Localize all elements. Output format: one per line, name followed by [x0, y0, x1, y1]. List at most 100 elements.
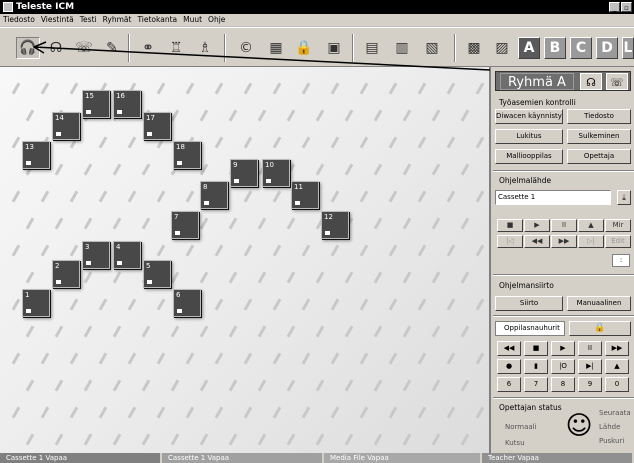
student-recorders-tab[interactable]: Oppilasnauhurit [495, 321, 565, 336]
group-b-button[interactable]: B [544, 37, 566, 59]
floor-pattern [402, 109, 412, 122]
floor-pattern [54, 217, 64, 230]
lock-button[interactable]: Lukitus [495, 129, 563, 144]
rec-eject-button[interactable]: ▲ [605, 359, 629, 374]
station-17[interactable]: 17 [143, 112, 171, 140]
diwace-start-button[interactable]: Diwacen käynnistys [495, 109, 563, 124]
station-15[interactable]: 15 [82, 90, 110, 118]
menu-tiedosto[interactable]: Tiedosto [3, 14, 35, 26]
group-l-button[interactable]: L [622, 37, 634, 59]
tape-icon[interactable]: ▣ [322, 37, 346, 59]
teacher-button[interactable]: Opettaja [567, 149, 631, 164]
status-source[interactable]: Lähde [599, 423, 620, 431]
tape-all-icon[interactable]: ▧ [420, 37, 444, 59]
rec-key-6[interactable]: 6 [497, 377, 521, 392]
rec-pause-button[interactable]: II [578, 341, 602, 356]
transfer-button[interactable]: Siirto [495, 296, 563, 311]
rec-document-button[interactable]: ▮ [524, 359, 548, 374]
manual-button[interactable]: Manuaalinen [567, 296, 631, 311]
rec-key-9[interactable]: 9 [578, 377, 602, 392]
restore-button[interactable]: ▫ [621, 2, 632, 12]
minimize-button[interactable]: _ [609, 2, 620, 12]
station-14[interactable]: 14 [52, 112, 80, 140]
station-18[interactable]: 18 [173, 141, 201, 169]
bottle-icon[interactable]: ♖ [164, 37, 188, 59]
lock-icon[interactable]: 🔒 [292, 37, 316, 59]
floor-pattern [344, 109, 354, 122]
group-c-button[interactable]: C [570, 37, 592, 59]
talk-icon[interactable]: ☏ [72, 37, 96, 59]
source-forward-button[interactable]: ▶▶ [551, 235, 577, 248]
rec-stop-button[interactable]: ■ [524, 341, 548, 356]
pair-icon[interactable]: ⚭ [136, 37, 160, 59]
station-12[interactable]: 12 [321, 211, 349, 239]
rec-rewind-button[interactable]: ◀◀ [497, 341, 521, 356]
rec-next-button[interactable]: ▶| [578, 359, 602, 374]
station-7[interactable]: 7 [171, 211, 199, 239]
grid-view-icon[interactable]: ▩ [462, 37, 486, 59]
file-button[interactable]: Tiedosto [567, 109, 631, 124]
recorder-lock-icon[interactable]: 🔒 [569, 321, 631, 336]
group-a-button[interactable]: A [518, 37, 540, 59]
station-6[interactable]: 6 [173, 289, 201, 317]
station-2[interactable]: 2 [52, 260, 80, 288]
station-3[interactable]: 3 [82, 241, 110, 269]
station-1[interactable]: 1 [22, 289, 50, 317]
station-8[interactable]: 8 [200, 181, 228, 209]
floor-pattern [359, 136, 369, 149]
download-icon[interactable]: ⤓ [617, 190, 631, 205]
status-buffer[interactable]: Puskuri [599, 437, 624, 445]
group-d-button[interactable]: D [596, 37, 618, 59]
menu-muut[interactable]: Muut [183, 14, 202, 26]
rec-key-7[interactable]: 7 [524, 377, 548, 392]
source-next-button[interactable]: ▷| [578, 235, 604, 248]
rec-play-button[interactable]: ▶ [551, 341, 575, 356]
source-pause-button[interactable]: II [551, 219, 577, 232]
rec-key-0[interactable]: 0 [605, 377, 629, 392]
station-13[interactable]: 13 [22, 141, 50, 169]
menu-ryhmat[interactable]: Ryhmät [103, 14, 132, 26]
talk-group-icon[interactable]: ☏ [606, 73, 628, 90]
station-9[interactable]: 9 [230, 159, 258, 187]
floor-pattern [301, 82, 311, 95]
rec-reset-button[interactable]: |O [551, 359, 575, 374]
station-5[interactable]: 5 [143, 260, 171, 288]
tape-copy-icon[interactable]: ▤ [360, 37, 384, 59]
floor-pattern [243, 244, 253, 257]
monitor-headset-icon[interactable]: 🎧 [16, 37, 40, 59]
source-mir-button[interactable]: Mir [605, 219, 631, 232]
model-student-button[interactable]: Malliooppilas [495, 149, 563, 164]
station-10[interactable]: 10 [262, 159, 290, 187]
rec-record-button[interactable]: ● [497, 359, 521, 374]
media-transfer-icon[interactable]: ▦ [264, 37, 288, 59]
status-normal[interactable]: Normaali [505, 423, 537, 431]
listen-icon[interactable]: ☊ [44, 37, 68, 59]
window-title: Teleste ICM [16, 2, 75, 12]
floor-pattern [460, 109, 470, 122]
status-follow[interactable]: Seuraata [599, 409, 631, 417]
source-prev-button[interactable]: |◁ [497, 235, 523, 248]
shutdown-button[interactable]: Sulkeminen [567, 129, 631, 144]
menu-viestinta[interactable]: Viestintä [41, 14, 74, 26]
station-11[interactable]: 11 [291, 181, 319, 209]
list-view-icon[interactable]: ▨ [490, 37, 514, 59]
menu-ohje[interactable]: Ohje [208, 14, 225, 26]
rec-key-8[interactable]: 8 [551, 377, 575, 392]
menu-tietokanta[interactable]: Tietokanta [137, 14, 177, 26]
source-eject-button[interactable]: ▲ [578, 219, 604, 232]
menu-testi[interactable]: Testi [80, 14, 97, 26]
listen-group-icon[interactable]: ☊ [580, 73, 602, 90]
tape-group-icon[interactable]: ▥ [390, 37, 414, 59]
source-play-button[interactable]: ▶ [524, 219, 550, 232]
rec-forward-button[interactable]: ▶▶ [605, 341, 629, 356]
program-source-select[interactable]: Cassette 1 [495, 190, 611, 205]
group-talk-icon[interactable]: ♗ [193, 37, 217, 59]
source-rewind-button[interactable]: ◀◀ [524, 235, 550, 248]
source-stop-button[interactable]: ■ [497, 219, 523, 232]
write-icon[interactable]: ✎ [100, 37, 124, 59]
station-16[interactable]: 16 [113, 90, 141, 118]
source-edit-button[interactable]: Edit [605, 235, 631, 248]
station-4[interactable]: 4 [113, 241, 141, 269]
copyright-icon[interactable]: © [234, 37, 258, 59]
status-call[interactable]: Kutsu [505, 439, 525, 447]
